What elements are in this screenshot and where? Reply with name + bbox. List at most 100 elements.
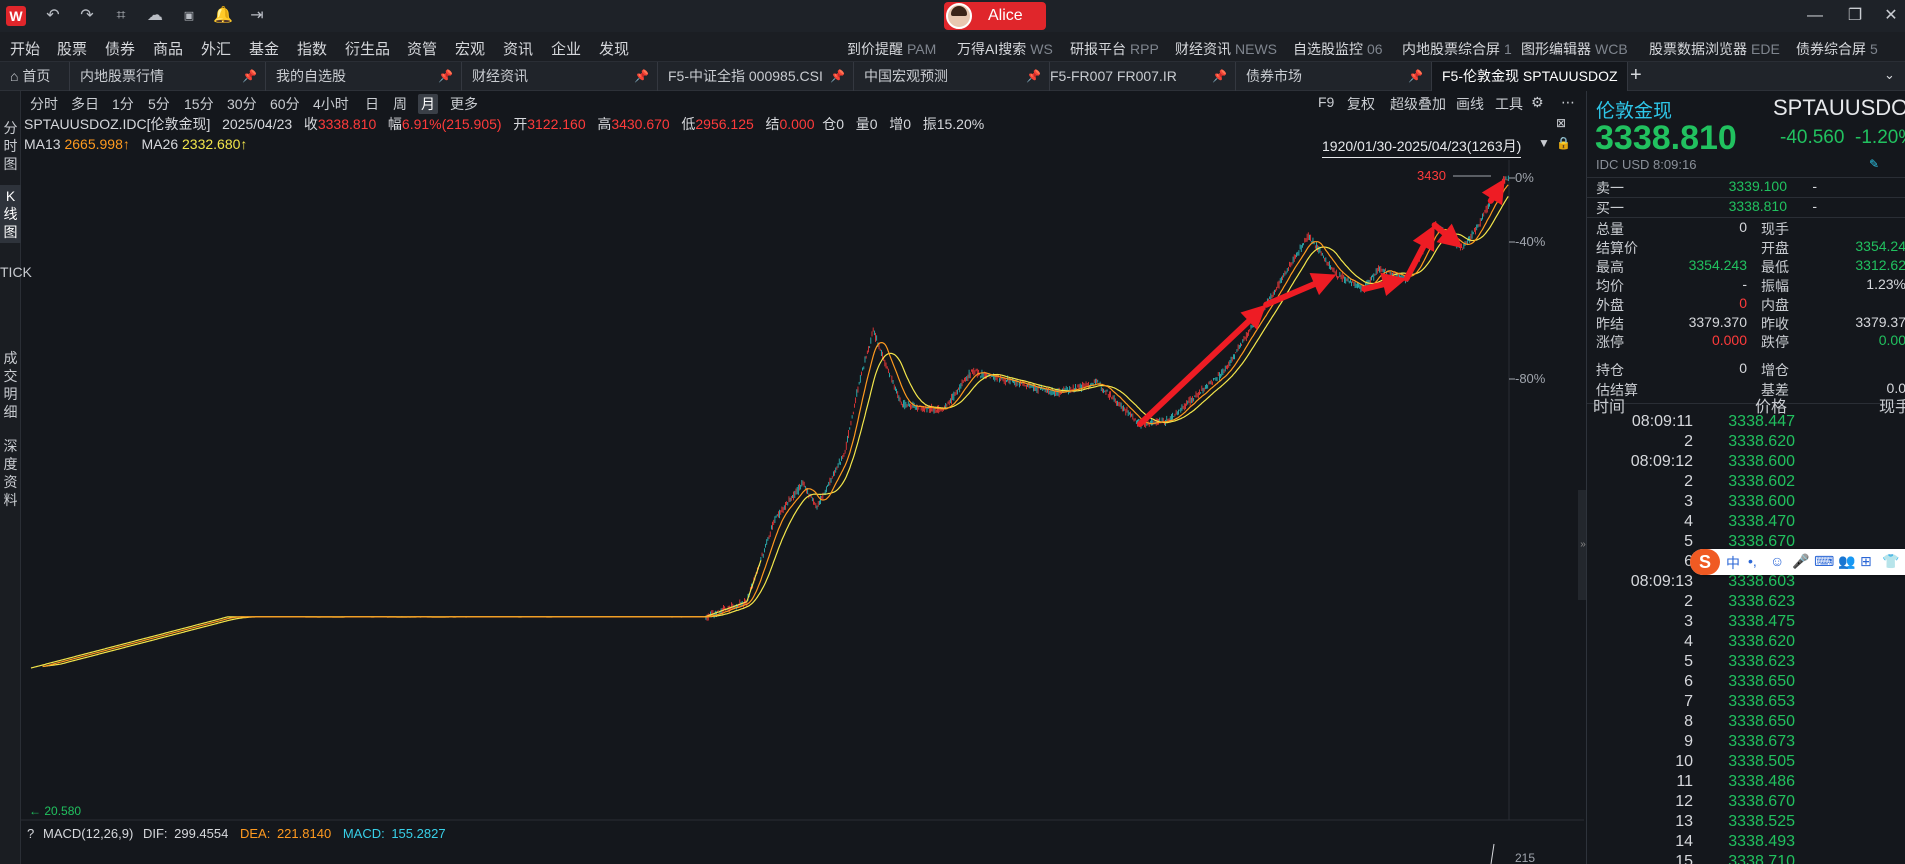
tab-finance-news[interactable]: 财经资讯 📌 [462,62,658,91]
menu-derivative[interactable]: 衍生品 [345,38,390,59]
users-icon[interactable]: 👥 [1838,553,1855,570]
redo-icon[interactable]: ↷ [76,5,98,27]
tab-london-gold[interactable]: F5-伦敦金现 SPTAUUSDOZ [1432,62,1628,91]
menu-index[interactable]: 指数 [297,38,327,59]
wind-logo[interactable]: W [6,6,26,26]
quick-news[interactable]: 财经资讯 NEWS [1175,39,1277,59]
chevron-down-icon[interactable]: ⌄ [1884,67,1895,83]
side-tab-tick[interactable]: TICK [0,263,32,281]
pin-icon[interactable]: 📌 [1408,62,1423,91]
quick-stock-screen[interactable]: 内地股票综合屏 1 [1402,39,1512,59]
period-5min[interactable]: 5分 [145,94,173,114]
period-60min[interactable]: 60分 [267,94,303,114]
tick-price: 3338.486 [1728,773,1795,790]
period-4h[interactable]: 4小时 [310,94,352,114]
annotation-arrow-shaft [1136,318,1252,428]
export-icon[interactable]: ⇥ [246,5,268,27]
grid-icon[interactable]: ⊞ [1860,553,1872,570]
undo-icon[interactable]: ↶ [42,5,64,27]
close-icon[interactable]: ✕ [1876,4,1905,28]
period-15min[interactable]: 15分 [181,94,217,114]
fullscreen-icon[interactable]: ⊠ [1556,116,1566,130]
user-badge[interactable]: Alice [944,2,1046,30]
period-more[interactable]: 更多 [447,94,481,114]
axis-label-40: -40% [1515,234,1546,249]
period-week[interactable]: 周 [390,94,410,114]
quick-data-browser[interactable]: 股票数据浏览器 EDE [1649,39,1780,59]
menu-commodity[interactable]: 商品 [153,38,183,59]
tab-csi-index[interactable]: F5-中证全指 000985.CSI 📌 [658,62,854,91]
gear-icon[interactable]: ⚙ [1531,94,1544,111]
restore-icon[interactable]: ❐ [1840,4,1870,28]
side-tab-intraday[interactable]: 分时图 [0,119,21,173]
skin-icon[interactable]: 👕 [1882,553,1899,570]
chat-icon[interactable]: ☁ [144,5,166,27]
emoji-icon[interactable]: ☺ [1770,553,1784,569]
bar-low: 2956.125 [695,116,754,132]
more-icon[interactable]: ⋯ [1561,94,1575,111]
period-month[interactable]: 月 [418,94,438,114]
microphone-icon[interactable]: 🎤 [1792,553,1809,570]
quick-bond-screen[interactable]: 债券综合屏 5 [1796,39,1878,59]
ime-chinese-toggle[interactable]: 中 [1726,553,1740,573]
tab-fr007[interactable]: F5-FR007 FR007.IR 📌 [1040,62,1236,91]
pin-icon[interactable]: 📌 [438,62,453,91]
side-tab-kline[interactable]: K线图 [0,185,21,243]
bell-icon[interactable]: 🔔 [212,5,234,27]
edit-icon[interactable]: ✎ [1869,157,1879,171]
quick-price-alert[interactable]: 到价提醒 PAM [847,39,936,59]
kline-chart[interactable]: 0% -40% -80% 3430 ← 20.580 ? MACD(12,26,… [21,160,1584,864]
quick-watch-monitor[interactable]: 自选股监控 06 [1293,39,1383,59]
caret-down-icon[interactable]: ▼ [1538,136,1550,150]
quick-ai-search[interactable]: 万得AI搜索 WS [957,39,1053,59]
menu-start[interactable]: 开始 [10,38,40,59]
lock-icon[interactable]: 🔒 [1556,136,1571,150]
pin-icon[interactable]: 📌 [242,62,257,91]
ime-toolbar[interactable]: S 中 •, ☺ 🎤 ⌨ 👥 ⊞ 👕 [1690,549,1905,575]
period-day[interactable]: 日 [362,94,382,114]
menu-bond[interactable]: 债券 [105,38,135,59]
period-multiday[interactable]: 多日 [68,94,102,114]
wp-icon[interactable]: ▣ [178,5,200,27]
period-intraday[interactable]: 分时 [27,94,61,114]
menu-stock[interactable]: 股票 [57,38,87,59]
tab-home[interactable]: ⌂ 首页 [0,62,70,91]
pin-icon[interactable]: 📌 [1026,62,1041,91]
crop-icon[interactable]: ⌗ [110,5,132,27]
field-label: 开盘 [1761,239,1789,256]
f9-button[interactable]: F9 [1318,94,1334,110]
macd-help-icon[interactable]: ? [27,826,34,841]
tick-time: 14 [1675,833,1693,850]
tab-watchlist[interactable]: 我的自选股 📌 [266,62,462,91]
date-range[interactable]: 1920/01/30-2025/04/23(1263月) [1322,136,1522,158]
adjust-button[interactable]: 复权 [1347,94,1375,114]
pin-icon[interactable]: 📌 [830,62,845,91]
sogou-logo[interactable]: S [1690,549,1720,575]
period-30min[interactable]: 30分 [224,94,260,114]
side-tab-trades[interactable]: 成交明细 [0,349,21,421]
pin-icon[interactable]: 📌 [634,62,649,91]
menu-macro[interactable]: 宏观 [455,38,485,59]
punctuation-icon[interactable]: •, [1748,553,1757,569]
period-1min[interactable]: 1分 [109,94,137,114]
bar-date: 2025/04/23 [222,116,293,132]
menu-discover[interactable]: 发现 [599,38,629,59]
keyboard-icon[interactable]: ⌨ [1814,553,1834,570]
pin-icon[interactable]: 📌 [1212,62,1227,91]
draw-line-button[interactable]: 画线 [1456,94,1484,114]
menu-company[interactable]: 企业 [551,38,581,59]
new-tab-icon[interactable]: + [1630,64,1642,87]
menu-news[interactable]: 资讯 [503,38,533,59]
menu-asset-mgmt[interactable]: 资管 [407,38,437,59]
tab-bond-market[interactable]: 债券市场 📌 [1236,62,1432,91]
menu-fx[interactable]: 外汇 [201,38,231,59]
side-tab-depth[interactable]: 深度资料 [0,437,21,509]
quick-chart-editor[interactable]: 图形编辑器 WCB [1521,39,1628,59]
tools-button[interactable]: 工具 [1495,94,1523,114]
minimize-icon[interactable]: — [1800,4,1830,28]
tab-macro-forecast[interactable]: 中国宏观预测 📌 [854,62,1050,91]
menu-fund[interactable]: 基金 [249,38,279,59]
quick-research[interactable]: 研报平台 RPP [1070,39,1159,59]
overlay-button[interactable]: 超级叠加 [1390,94,1446,114]
tab-stock-quotes[interactable]: 内地股票行情 📌 [70,62,266,91]
